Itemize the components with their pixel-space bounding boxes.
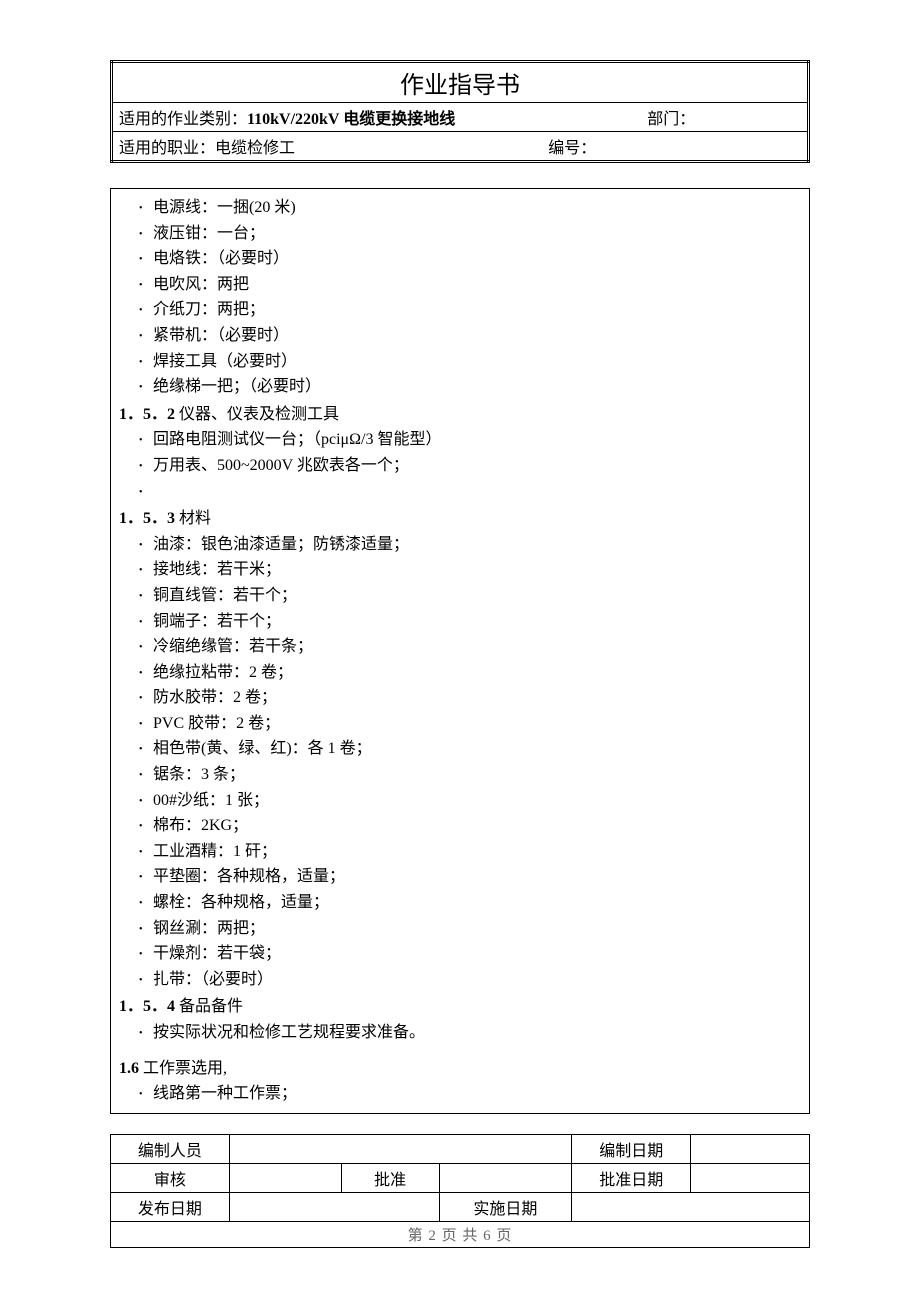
impl-date-value xyxy=(572,1192,810,1221)
scope-cell: 适用的作业类别：110kV/220kV 电缆更换接地线 xyxy=(112,103,642,132)
list-item: 按实际状况和检修工艺规程要求准备。 xyxy=(139,1020,805,1046)
heading-num: 1.6 xyxy=(119,1060,139,1077)
list-item: 扎带：（必要时） xyxy=(139,967,805,993)
footer-table: 编制人员 编制日期 审核 批准 批准日期 发布日期 实施日期 第 2 页 共 6… xyxy=(110,1134,810,1248)
list-item: 干燥剂：若干袋； xyxy=(139,941,805,967)
occupation-label: 适用的职业： xyxy=(119,140,215,157)
list-item: 接地线：若干米； xyxy=(139,557,805,583)
list-item: 绝缘拉粘带：2 卷； xyxy=(139,660,805,686)
list-item: 回路电阻测试仪一台；（pciμΩ/3 智能型） xyxy=(139,427,805,453)
scope-value: 110kV/220kV 电缆更换接地线 xyxy=(247,111,455,128)
list-item: 紧带机：（必要时） xyxy=(139,323,805,349)
list-item: PVC 胶带：2 卷； xyxy=(139,711,805,737)
list-152: 回路电阻测试仪一台；（pciμΩ/3 智能型） 万用表、500~2000V 兆欧… xyxy=(115,427,805,504)
list-item: 油漆：银色油漆适量；防锈漆适量； xyxy=(139,532,805,558)
list-item: 工业酒精：1 矸； xyxy=(139,839,805,865)
list-item: 液压钳：一台； xyxy=(139,221,805,247)
approve-label: 批准 xyxy=(341,1163,439,1192)
heading-152: 1．5．2 仪器、仪表及检测工具 xyxy=(119,402,805,428)
heading-num: 1．5．4 xyxy=(119,998,175,1015)
scope-label: 适用的作业类别： xyxy=(119,111,247,128)
list-item: 冷缩绝缘管：若干条； xyxy=(139,634,805,660)
list-item: 线路第一种工作票； xyxy=(139,1081,805,1107)
impl-date-label: 实施日期 xyxy=(439,1192,572,1221)
list-item: 相色带(黄、绿、红)：各 1 卷； xyxy=(139,736,805,762)
occupation-cell: 适用的职业：电缆检修工 xyxy=(112,132,459,162)
heading-16: 1.6 工作票选用, xyxy=(119,1056,805,1082)
heading-153: 1．5．3 材料 xyxy=(119,506,805,532)
review-value xyxy=(229,1163,341,1192)
author-date-value xyxy=(691,1134,810,1163)
page-info: 第 2 页 共 6 页 xyxy=(111,1221,810,1247)
heading-txt: 备品备件 xyxy=(175,998,243,1015)
list-item: 平垫圈：各种规格，适量； xyxy=(139,864,805,890)
list-item: 电烙铁：（必要时） xyxy=(139,246,805,272)
list-153: 油漆：银色油漆适量；防锈漆适量； 接地线：若干米； 铜直线管：若干个； 铜端子：… xyxy=(115,532,805,993)
list-item: 防水胶带：2 卷； xyxy=(139,685,805,711)
list-item: 棉布：2KG； xyxy=(139,813,805,839)
content-box: 电源线：一捆(20 米) 液压钳：一台； 电烙铁：（必要时） 电吹风：两把 介纸… xyxy=(110,188,810,1114)
approve-date-label: 批准日期 xyxy=(572,1163,691,1192)
list-item: 绝缘梯一把；（必要时） xyxy=(139,374,805,400)
list-item: 锯条：3 条； xyxy=(139,762,805,788)
heading-num: 1．5．2 xyxy=(119,406,175,423)
dept-label: 部门： xyxy=(647,111,695,128)
review-label: 审核 xyxy=(111,1163,230,1192)
approve-value xyxy=(439,1163,572,1192)
list-item: 电吹风：两把 xyxy=(139,272,805,298)
heading-txt: 工作票选用, xyxy=(139,1060,227,1077)
document-title: 作业指导书 xyxy=(112,62,809,103)
number-label: 编号： xyxy=(548,140,596,157)
list-item: 万用表、500~2000V 兆欧表各一个； xyxy=(139,453,805,479)
author-date-label: 编制日期 xyxy=(572,1134,691,1163)
approve-date-value xyxy=(691,1163,810,1192)
list-item: 00#沙纸：1 张； xyxy=(139,788,805,814)
number-cell: 编号： xyxy=(458,132,808,162)
list-154: 按实际状况和检修工艺规程要求准备。 xyxy=(115,1020,805,1046)
list-item: 铜直线管：若干个； xyxy=(139,583,805,609)
publish-date-label: 发布日期 xyxy=(111,1192,230,1221)
list-item: 焊接工具（必要时） xyxy=(139,349,805,375)
list-item xyxy=(139,479,805,505)
list-item: 电源线：一捆(20 米) xyxy=(139,195,805,221)
list-item: 介纸刀：两把； xyxy=(139,297,805,323)
heading-num: 1．5．3 xyxy=(119,510,175,527)
author-value xyxy=(229,1134,571,1163)
publish-date-value xyxy=(229,1192,439,1221)
heading-txt: 材料 xyxy=(175,510,211,527)
heading-txt: 仪器、仪表及检测工具 xyxy=(175,406,339,423)
author-label: 编制人员 xyxy=(111,1134,230,1163)
list-item: 钢丝涮：两把； xyxy=(139,916,805,942)
heading-154: 1．5．4 备品备件 xyxy=(119,994,805,1020)
list-16: 线路第一种工作票； xyxy=(115,1081,805,1107)
occupation-value: 电缆检修工 xyxy=(215,140,295,157)
dept-cell: 部门： xyxy=(641,103,808,132)
list-item: 螺栓：各种规格，适量； xyxy=(139,890,805,916)
document-header: 作业指导书 适用的作业类别：110kV/220kV 电缆更换接地线 部门： 适用… xyxy=(110,60,810,163)
list-tools: 电源线：一捆(20 米) 液压钳：一台； 电烙铁：（必要时） 电吹风：两把 介纸… xyxy=(115,195,805,400)
list-item: 铜端子：若干个； xyxy=(139,609,805,635)
